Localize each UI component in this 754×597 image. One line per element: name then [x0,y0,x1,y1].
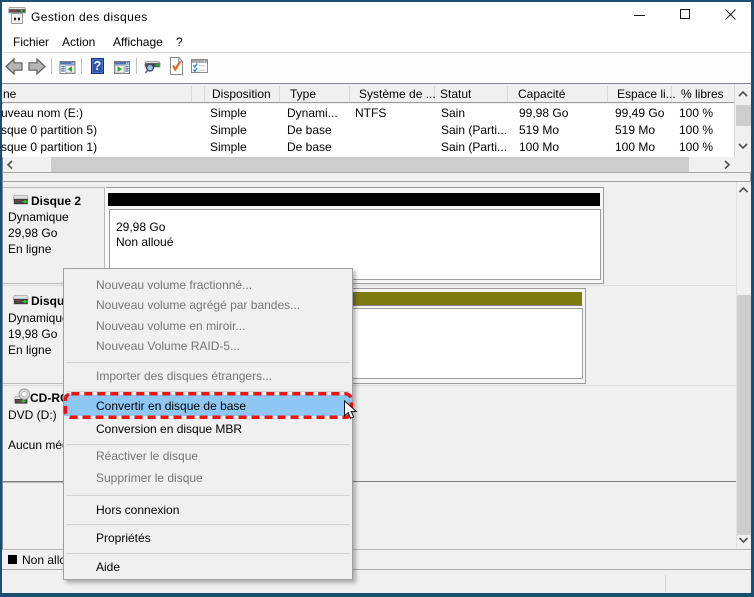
svg-text:?: ? [94,59,102,73]
